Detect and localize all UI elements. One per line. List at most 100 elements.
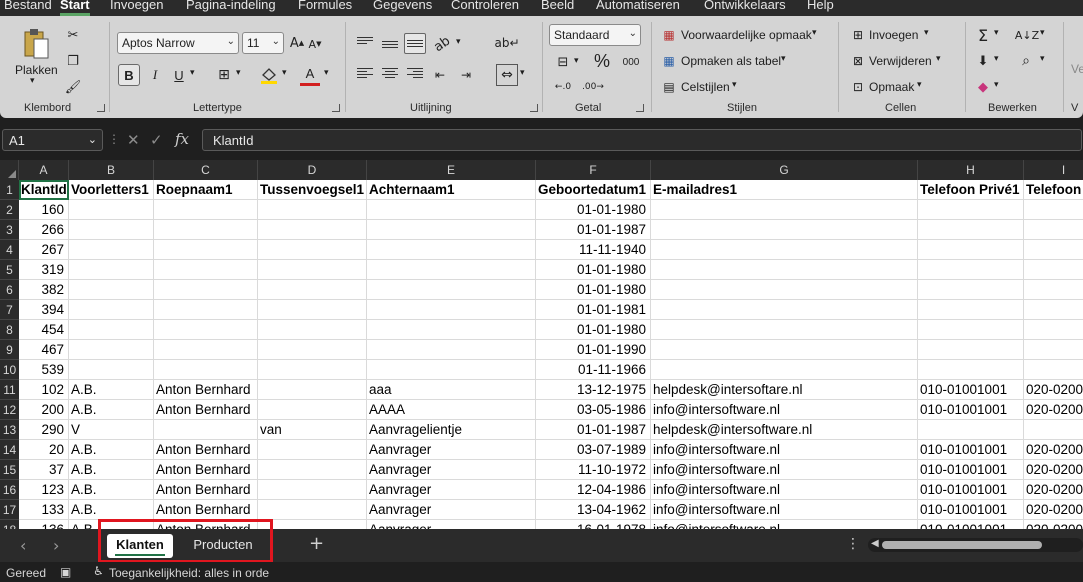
cell[interactable]: 010-01001001: [918, 440, 1024, 460]
insert-cells-button[interactable]: Invoegen: [869, 28, 918, 42]
column-title-cell[interactable]: Telefoon Privé1: [918, 180, 1024, 200]
cell[interactable]: 020-02002: [1024, 440, 1083, 460]
cell[interactable]: Aanvrager: [367, 460, 536, 480]
cell[interactable]: 290: [19, 420, 69, 440]
row-header[interactable]: 4: [0, 240, 19, 260]
cell[interactable]: [258, 500, 367, 520]
chevron-down-icon[interactable]: ▾: [924, 28, 929, 38]
cell[interactable]: 200: [19, 400, 69, 420]
row-header[interactable]: 5: [0, 260, 19, 280]
cell[interactable]: [1024, 240, 1083, 260]
cell[interactable]: [1024, 340, 1083, 360]
cell[interactable]: 123: [19, 480, 69, 500]
cell[interactable]: 12-04-1986: [536, 480, 651, 500]
cell[interactable]: 133: [19, 500, 69, 520]
increase-decimal-icon[interactable]: ←.0: [552, 78, 574, 96]
cell[interactable]: 020-02002: [1024, 400, 1083, 420]
number-launcher-icon[interactable]: [636, 104, 644, 112]
alignment-launcher-icon[interactable]: [530, 104, 538, 112]
cell[interactable]: [651, 360, 918, 380]
cell[interactable]: [918, 360, 1024, 380]
cell[interactable]: [367, 340, 536, 360]
cell[interactable]: [918, 260, 1024, 280]
cell[interactable]: [367, 280, 536, 300]
row-header[interactable]: 2: [0, 200, 19, 220]
formula-input[interactable]: KlantId: [202, 129, 1082, 151]
cell[interactable]: A.B.: [69, 500, 154, 520]
cell[interactable]: 539: [19, 360, 69, 380]
cell[interactable]: Aanvrager: [367, 500, 536, 520]
cell-styles-button[interactable]: Celstijlen: [681, 80, 730, 94]
cell[interactable]: 467: [19, 340, 69, 360]
cell[interactable]: 010-01001001: [918, 380, 1024, 400]
cell[interactable]: helpdesk@intersoftware.nl: [651, 420, 918, 440]
cell[interactable]: 020-02002: [1024, 460, 1083, 480]
scroll-left-icon[interactable]: ◀: [871, 538, 879, 549]
chevron-down-icon[interactable]: ▾: [994, 54, 999, 64]
column-header-h[interactable]: H: [918, 160, 1024, 180]
cell[interactable]: [258, 480, 367, 500]
cell[interactable]: [367, 220, 536, 240]
bold-button[interactable]: B: [118, 64, 140, 86]
cell[interactable]: [258, 260, 367, 280]
find-select-icon[interactable]: ⌕: [1016, 52, 1036, 70]
percent-button[interactable]: %: [590, 50, 614, 72]
cell[interactable]: [367, 300, 536, 320]
cell[interactable]: info@intersoftware.nl: [651, 500, 918, 520]
insert-cells-icon[interactable]: ⊞: [850, 27, 866, 43]
cell[interactable]: V: [69, 420, 154, 440]
cell[interactable]: [258, 300, 367, 320]
cell[interactable]: 01-01-1981: [536, 300, 651, 320]
tab-invoegen[interactable]: Invoegen: [110, 0, 164, 12]
cell[interactable]: [154, 200, 258, 220]
cell[interactable]: Anton Bernhard: [154, 460, 258, 480]
chevron-down-icon[interactable]: ▾: [994, 28, 999, 38]
clear-icon[interactable]: ◆: [974, 78, 992, 96]
cell[interactable]: 394: [19, 300, 69, 320]
cell[interactable]: [1024, 320, 1083, 340]
cell[interactable]: [1024, 280, 1083, 300]
cell[interactable]: 020-02002: [1024, 520, 1083, 529]
increase-indent-icon[interactable]: ⇥: [456, 66, 476, 84]
cell[interactable]: 010-01001001: [918, 500, 1024, 520]
cell[interactable]: aaa: [367, 380, 536, 400]
cell[interactable]: [69, 240, 154, 260]
cell[interactable]: A.B.: [69, 480, 154, 500]
chevron-down-icon[interactable]: ▾: [732, 80, 737, 90]
cell[interactable]: [1024, 220, 1083, 240]
clipboard-launcher-icon[interactable]: [97, 104, 105, 112]
row-header[interactable]: 1: [0, 180, 19, 200]
chevron-down-icon[interactable]: ▾: [917, 80, 922, 90]
cell[interactable]: [258, 220, 367, 240]
row-header[interactable]: 18: [0, 520, 19, 529]
cell[interactable]: [651, 220, 918, 240]
row-header[interactable]: 14: [0, 440, 19, 460]
next-sheet-icon[interactable]: ›: [53, 536, 59, 555]
cell[interactable]: [69, 300, 154, 320]
align-center-icon[interactable]: [382, 66, 398, 80]
column-header-c[interactable]: C: [154, 160, 258, 180]
spreadsheet-grid[interactable]: ABCDEFGHI 1 KlantId Voorletters1 Roepnaam1 T…: [0, 160, 1083, 529]
cell[interactable]: 454: [19, 320, 69, 340]
cut-icon[interactable]: ✂: [64, 26, 82, 44]
cell[interactable]: [69, 320, 154, 340]
wrap-text-icon[interactable]: ab↵: [494, 32, 519, 54]
align-middle-icon[interactable]: [382, 39, 398, 50]
column-title-cell[interactable]: Achternaam1: [367, 180, 536, 200]
chevron-down-icon[interactable]: ▾: [994, 80, 999, 90]
cell[interactable]: 11-10-1972: [536, 460, 651, 480]
cell[interactable]: [918, 240, 1024, 260]
cell[interactable]: 01-01-1980: [536, 200, 651, 220]
chevron-down-icon[interactable]: ▾: [456, 37, 461, 47]
column-title-cell[interactable]: Geboortedatum1: [536, 180, 651, 200]
column-title-cell[interactable]: Voorletters1: [69, 180, 154, 200]
cell[interactable]: A.B.: [69, 440, 154, 460]
fill-color-icon[interactable]: [258, 64, 280, 86]
cell[interactable]: [918, 300, 1024, 320]
cell[interactable]: [1024, 260, 1083, 280]
chevron-down-icon[interactable]: ▾: [324, 68, 329, 78]
align-left-icon[interactable]: [357, 66, 373, 80]
cell[interactable]: [154, 420, 258, 440]
insert-function-button[interactable]: fx: [175, 130, 189, 148]
cell[interactable]: [651, 260, 918, 280]
